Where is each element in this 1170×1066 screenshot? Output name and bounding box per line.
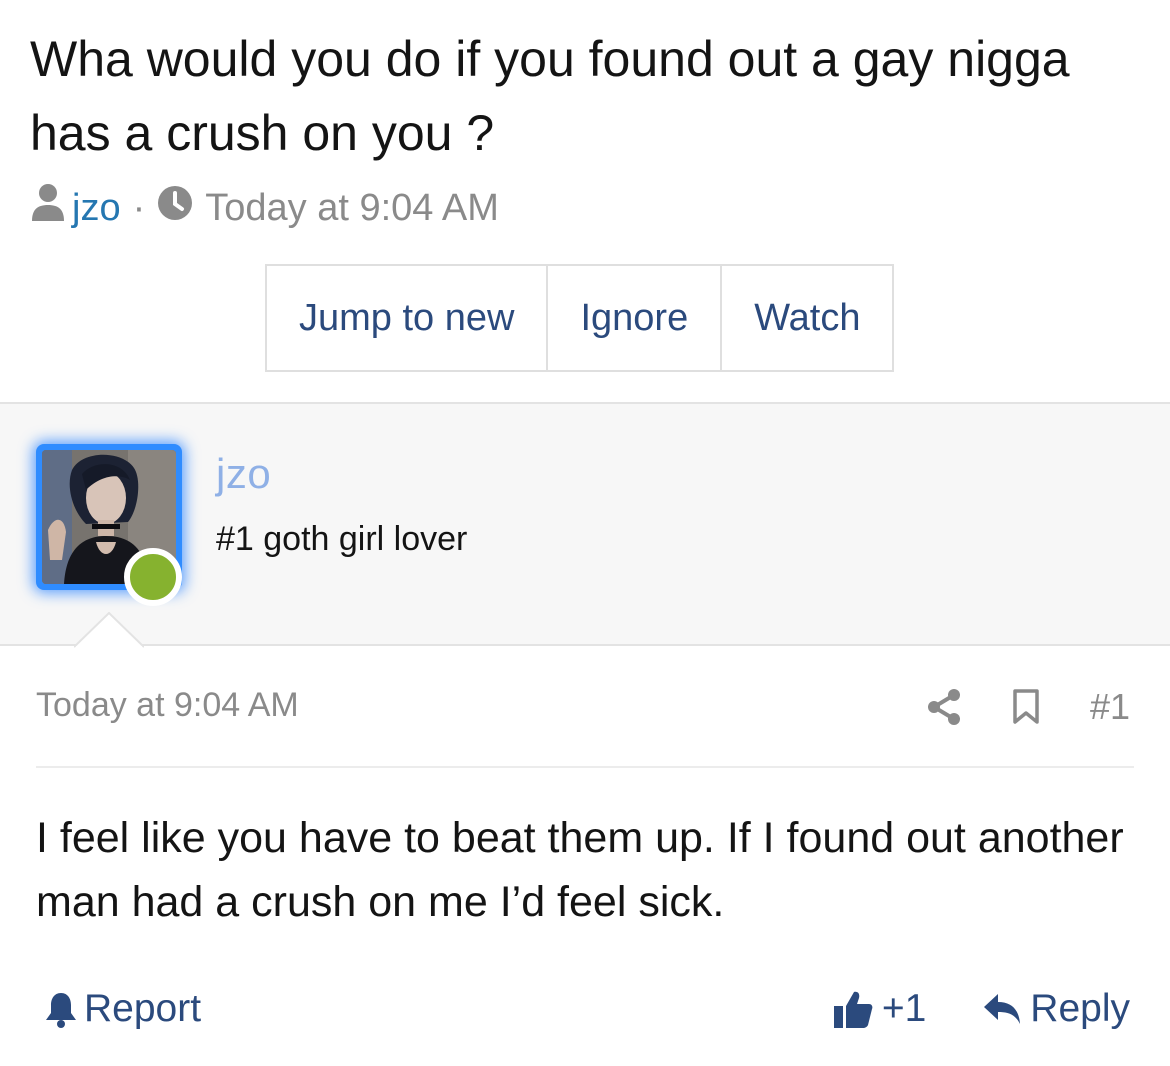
meta-separator: · — [132, 186, 146, 229]
online-status-indicator — [124, 548, 182, 606]
report-button[interactable]: Report — [44, 984, 201, 1034]
ignore-button[interactable]: Ignore — [546, 266, 720, 370]
post-footer-actions: +1 Reply — [832, 984, 1130, 1034]
watch-button[interactable]: Watch — [720, 266, 892, 370]
thread-timestamp: Today at 9:04 AM — [205, 186, 499, 229]
jump-to-new-button[interactable]: Jump to new — [267, 266, 546, 370]
reply-button[interactable]: Reply — [982, 987, 1130, 1031]
post-username-link[interactable]: jzo — [216, 450, 271, 498]
reaction-count: +1 — [881, 987, 927, 1030]
thread-title: Wha would you do if you found out a gay … — [30, 31, 1070, 161]
user-title: #1 goth girl lover — [216, 520, 468, 558]
bookmark-icon[interactable] — [1012, 689, 1040, 725]
bell-icon — [46, 993, 76, 1028]
post-date[interactable]: Today at 9:04 AM — [36, 686, 299, 725]
post-body: I feel like you have to beat them up. If… — [36, 814, 1124, 926]
share-icon[interactable] — [926, 688, 962, 726]
thread-author-link[interactable]: jzo — [72, 187, 121, 230]
like-button[interactable]: +1 — [832, 987, 926, 1031]
post-number-link[interactable]: #1 — [1090, 686, 1130, 728]
reply-icon — [984, 994, 1021, 1024]
thumbs-up-icon — [833, 991, 873, 1028]
user-icon — [30, 183, 66, 233]
clock-icon — [157, 185, 193, 231]
user-info-panel — [0, 402, 1170, 646]
report-label: Report — [84, 987, 202, 1030]
reply-label: Reply — [1030, 987, 1130, 1030]
post-tools: #1 — [876, 682, 1130, 732]
thread-actions: Jump to new Ignore Watch — [265, 264, 895, 372]
post-divider — [36, 766, 1134, 768]
thread-meta: jzo · Today at 9:04 AM — [30, 183, 499, 233]
